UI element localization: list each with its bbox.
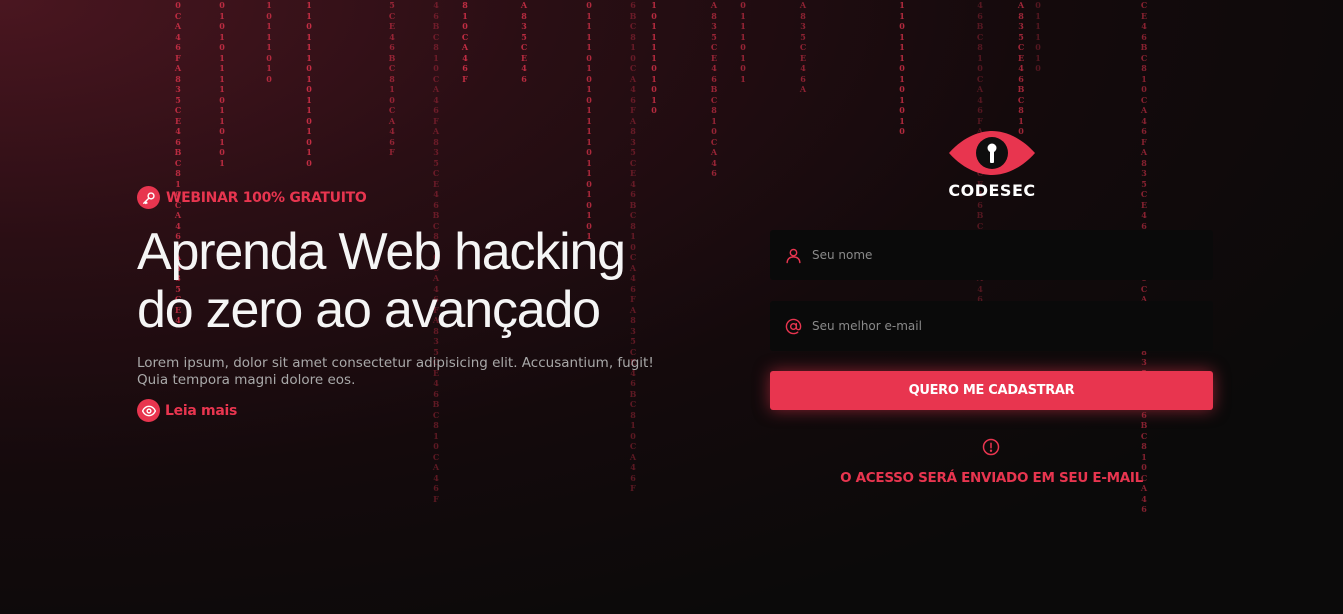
eye-icon bbox=[137, 399, 160, 422]
digit-rain-column: 1 1 0 1 1 1 0 1 0 1 0 1 0 bbox=[899, 0, 905, 136]
digit-rain-column: 1 0 1 1 1 1 0 1 0 1 0 bbox=[651, 0, 657, 115]
at-sign-icon bbox=[785, 318, 802, 334]
name-field[interactable] bbox=[770, 230, 1213, 280]
email-input[interactable] bbox=[810, 318, 1194, 334]
digit-rain-column: A 8 3 5 C E 4 6 bbox=[520, 0, 528, 84]
brand-name: CODESEC bbox=[948, 181, 1036, 200]
register-button[interactable]: QUERO ME CADASTRAR bbox=[770, 371, 1213, 410]
digit-rain-column: 0 1 1 1 0 1 0 1 bbox=[740, 0, 746, 84]
codesec-logo: CODESEC bbox=[944, 131, 1040, 200]
digit-rain-column: A 8 3 5 C E 4 6 B C 8 1 0 bbox=[1017, 0, 1025, 136]
title-line-2: do zero ao avançado bbox=[137, 281, 601, 339]
name-input[interactable] bbox=[810, 247, 1194, 263]
digit-rain-column: 1 0 1 1 1 0 1 0 bbox=[266, 0, 272, 84]
user-icon bbox=[786, 248, 801, 263]
hero-section: WEBINAR 100% GRATUITO Aprenda Web hackin… bbox=[137, 186, 697, 422]
webinar-badge-label: WEBINAR 100% GRATUITO bbox=[166, 189, 367, 206]
digit-rain-column: 8 1 0 C A 4 6 F bbox=[461, 0, 469, 84]
digit-rain-column: 0 1 1 1 0 1 0 bbox=[1035, 0, 1041, 73]
eye-keyhole-icon bbox=[949, 131, 1035, 175]
page-title: Aprenda Web hacking do zero ao avançado bbox=[137, 223, 697, 339]
digit-rain-column: 1 1 0 1 1 1 0 1 0 1 1 0 1 0 1 0 bbox=[306, 0, 312, 168]
alert-circle-icon bbox=[982, 438, 1000, 456]
digit-rain-column: 0 1 0 1 0 1 1 1 1 0 1 1 0 1 0 1 bbox=[219, 0, 225, 168]
digit-rain-column: 5 C E 4 6 B C 8 1 0 C A 4 6 F bbox=[388, 0, 396, 157]
digit-rain-column: A 8 3 5 C E 4 6 B C 8 1 0 C A 4 6 bbox=[710, 0, 718, 178]
key-icon bbox=[137, 186, 160, 209]
email-field[interactable] bbox=[770, 301, 1213, 351]
title-line-1: Aprenda Web hacking bbox=[137, 223, 626, 281]
digit-rain-column: A 8 3 5 C E 4 6 A bbox=[799, 0, 807, 94]
read-more-label: Leia mais bbox=[165, 402, 238, 419]
read-more-link[interactable]: Leia mais bbox=[137, 399, 697, 422]
hero-description: Lorem ipsum, dolor sit amet consectetur … bbox=[137, 355, 654, 388]
access-notice: O ACESSO SERÁ ENVIADO EM SEU E-MAIL bbox=[840, 470, 1143, 486]
webinar-badge: WEBINAR 100% GRATUITO bbox=[137, 186, 697, 209]
